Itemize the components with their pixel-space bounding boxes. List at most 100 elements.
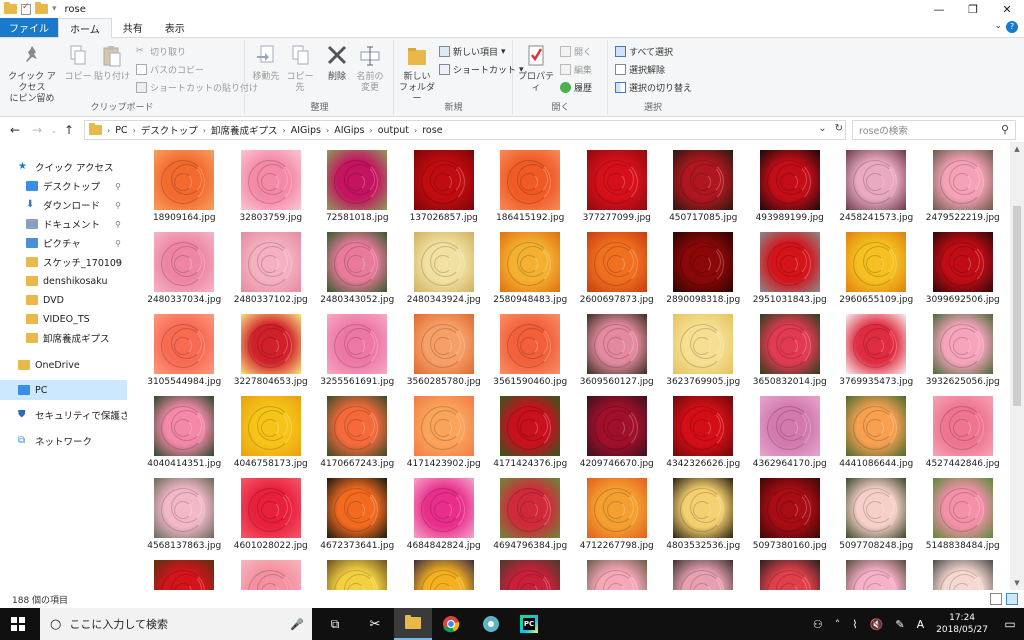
file-tile[interactable]: 186415192.jpg [487,150,574,232]
file-tile[interactable]: 4568137863.jpg [141,478,228,560]
properties-icon[interactable] [21,2,31,15]
file-tile[interactable]: 5148838484.jpg [920,478,1007,560]
file-tile[interactable]: 2960655109.jpg [833,232,920,314]
search-icon[interactable]: ⚲ [1001,123,1009,136]
pin-quick-access-button[interactable]: クイック アクセス にピン留め [4,43,60,105]
nav-item-9[interactable]: 卸席養成ギプス [0,328,127,348]
nav-item-1[interactable]: デスクトップ ⚲ [0,176,127,196]
select-none-button[interactable]: 選択解除 [615,63,665,76]
tab-share[interactable]: 共有 [112,18,154,37]
vertical-scrollbar[interactable]: ▲ ▼ [1010,142,1024,590]
file-tile[interactable] [833,560,920,590]
file-tile[interactable]: 2480337102.jpg [228,232,315,314]
file-tile[interactable]: 72581018.jpg [314,150,401,232]
start-button[interactable] [0,608,36,640]
file-tile[interactable]: 2479522219.jpg [920,150,1007,232]
ribbon-collapse-icon[interactable]: ⌄ [994,21,1002,31]
file-tile[interactable]: 4171423902.jpg [401,396,488,478]
new-folder-button[interactable]: 新しい フォルダー [397,43,437,105]
file-tile[interactable]: 4441086644.jpg [833,396,920,478]
file-explorer-taskbar-button[interactable] [394,608,432,640]
new-folder-icon[interactable] [35,2,48,14]
microphone-icon[interactable]: 🎤 [290,618,304,631]
nav-item-6[interactable]: denshikosaku [0,271,127,291]
file-tile[interactable]: 450717085.jpg [660,150,747,232]
file-tile[interactable]: 2480337034.jpg [141,232,228,314]
show-hidden-icons-icon[interactable]: ˄ [835,618,841,631]
clock[interactable]: 17:24 2018/05/27 [936,612,988,636]
nav-item-7[interactable]: DVD [0,290,127,310]
file-tile[interactable]: 2890098318.jpg [660,232,747,314]
file-tile[interactable]: 3650832014.jpg [747,314,834,396]
copy-to-button[interactable]: コピー先 [284,43,316,94]
qat-dropdown-icon[interactable]: ▾ [52,4,57,14]
nav-item-3[interactable]: ドキュメント ⚲ [0,214,127,234]
file-tile[interactable]: 4601028022.jpg [228,478,315,560]
task-view-button[interactable]: ⧉ [316,608,354,640]
file-tile[interactable]: 4527442846.jpg [920,396,1007,478]
file-tile[interactable]: 5097380160.jpg [747,478,834,560]
rename-button[interactable]: 名前の 変更 [354,43,386,94]
file-tile[interactable]: 4712267798.jpg [574,478,661,560]
scroll-up-icon[interactable]: ▲ [1010,142,1024,156]
tab-view[interactable]: 表示 [154,18,196,37]
move-to-button[interactable]: 移動先 [250,43,282,83]
pycharm-taskbar-button[interactable]: PC [510,608,548,640]
breadcrumb-aigips-1[interactable]: AIGips [291,125,321,136]
history-button[interactable]: 履歴 [560,81,592,94]
maximize-button[interactable]: ❐ [956,0,990,18]
file-tile[interactable]: 493989199.jpg [747,150,834,232]
volume-icon[interactable]: 🔇 [870,618,884,631]
file-tile[interactable]: 377277099.jpg [574,150,661,232]
file-tile[interactable] [141,560,228,590]
invert-selection-button[interactable]: 選択の切り替え [615,81,692,94]
file-tile[interactable]: 4040414351.jpg [141,396,228,478]
file-tile[interactable] [747,560,834,590]
file-tile[interactable]: 5097708248.jpg [833,478,920,560]
cut-button[interactable]: ✂ 切り取り [136,45,186,58]
breadcrumb-separator-icon[interactable]: › [203,126,206,135]
search-input[interactable]: roseの検索 ⚲ [852,120,1016,140]
file-tile[interactable] [401,560,488,590]
breadcrumb-separator-icon[interactable]: › [133,126,136,135]
nav-item-5[interactable]: スケッチ_170109 ⚲ [0,252,127,272]
file-tile[interactable] [228,560,315,590]
file-tile[interactable]: 4694796384.jpg [487,478,574,560]
file-tile[interactable] [920,560,1007,590]
open-button[interactable]: 開く [560,45,592,58]
file-tile[interactable]: 4171424376.jpg [487,396,574,478]
breadcrumb-separator-icon[interactable]: › [369,126,372,135]
file-tile[interactable]: 3623769905.jpg [660,314,747,396]
file-tile[interactable] [574,560,661,590]
help-icon[interactable]: ? [1006,21,1018,33]
file-tile[interactable]: 3609560127.jpg [574,314,661,396]
file-tile[interactable]: 4684842824.jpg [401,478,488,560]
chrome-taskbar-button[interactable] [432,608,470,640]
breadcrumb-rose[interactable]: rose [422,125,442,136]
paste-button[interactable]: 貼り付け [94,43,130,83]
breadcrumb-aigips-2[interactable]: AIGips [334,125,364,136]
snipping-tool-button[interactable]: ✂ [356,608,394,640]
people-icon[interactable]: ⚇ [813,618,823,631]
pen-icon[interactable]: ✎ [895,618,904,631]
file-tile[interactable]: 2458241573.jpg [833,150,920,232]
file-tile[interactable]: 3932625056.jpg [920,314,1007,396]
network-tray-icon[interactable]: ⌇ [852,618,857,631]
ime-indicator[interactable]: A [917,618,925,631]
app-taskbar-button[interactable] [472,608,510,640]
action-center-icon[interactable]: ▭ [1000,608,1020,640]
file-tile[interactable]: 3255561691.jpg [314,314,401,396]
breadcrumb-separator-icon[interactable]: › [283,126,286,135]
tab-file[interactable]: ファイル [0,18,58,37]
up-arrow-icon[interactable]: ↑ [60,123,78,137]
back-arrow-icon[interactable]: ← [4,123,26,137]
minimize-button[interactable]: — [922,0,956,18]
nav-item-8[interactable]: VIDEO_TS [0,309,127,329]
forward-arrow-icon[interactable]: → [26,123,48,137]
file-tile[interactable]: 4046758173.jpg [228,396,315,478]
file-tile[interactable]: 2580948483.jpg [487,232,574,314]
new-item-button[interactable]: 新しい項目 ▾ [439,45,506,58]
file-tile[interactable]: 18909164.jpg [141,150,228,232]
nav-item-11[interactable]: PC [0,380,127,400]
scroll-down-icon[interactable]: ▼ [1010,576,1024,590]
